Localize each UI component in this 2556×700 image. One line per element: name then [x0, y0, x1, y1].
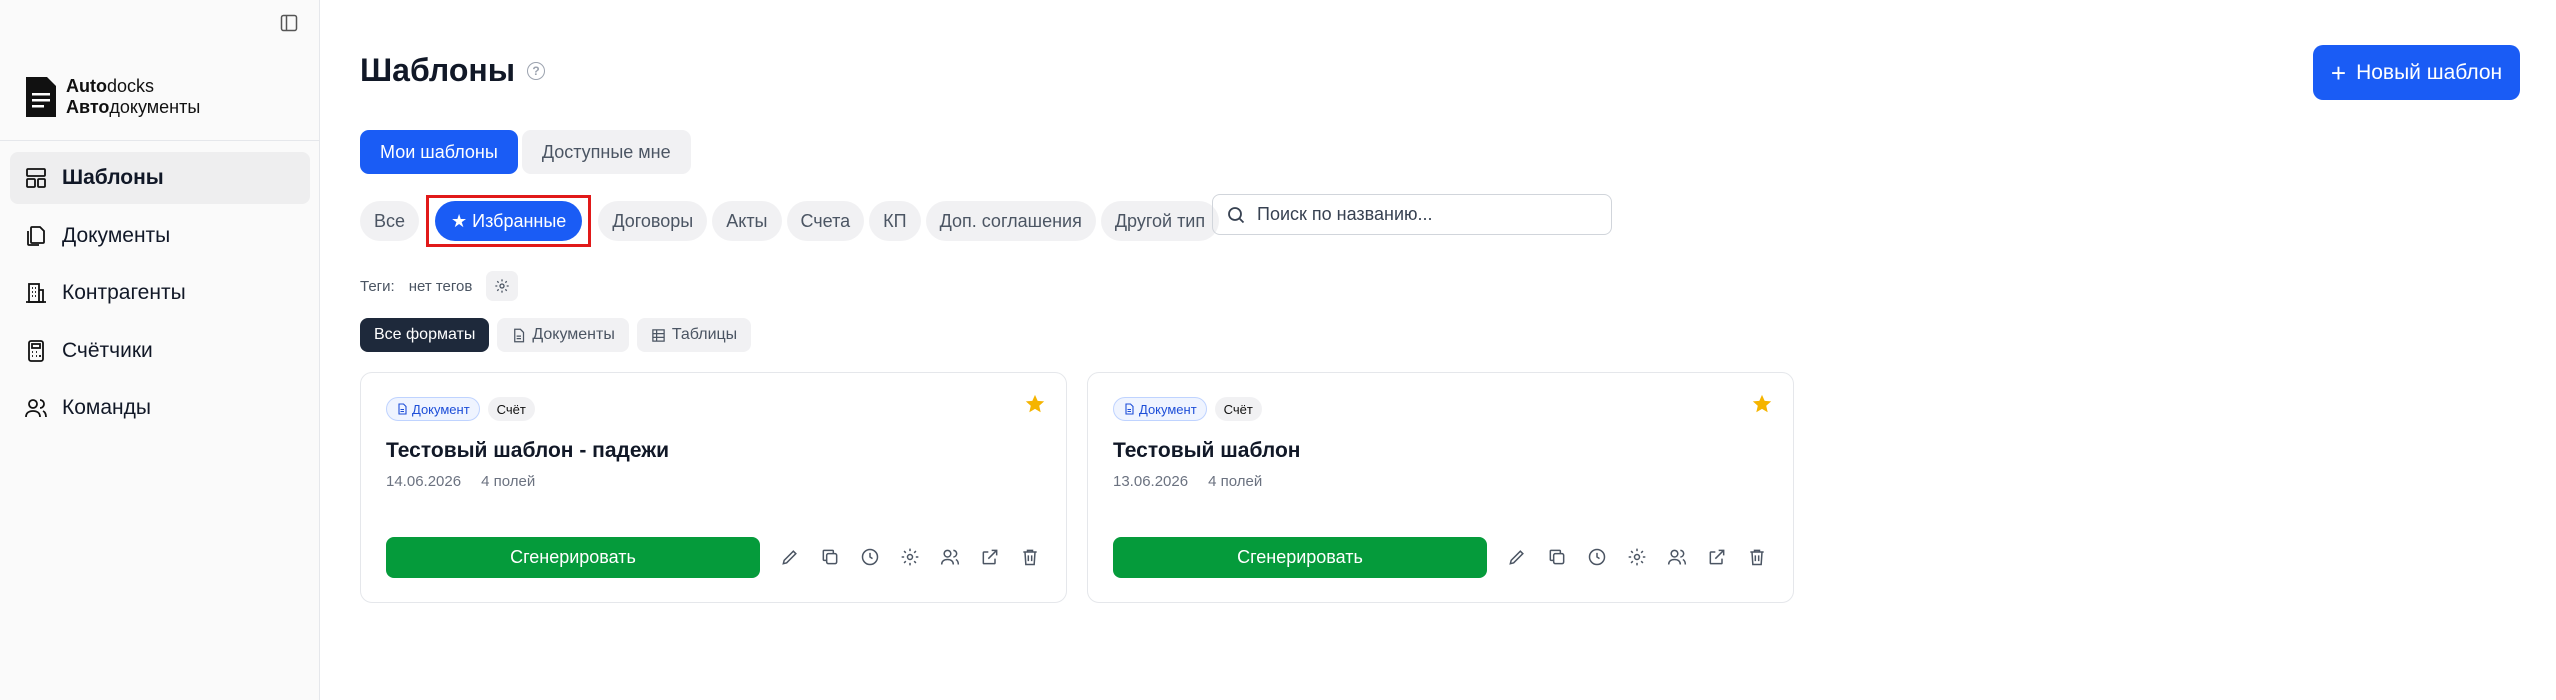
logo-document-icon	[26, 77, 56, 117]
type-badge-label: Документ	[412, 401, 470, 417]
app-logo[interactable]: Autodocks Автодокументы	[26, 76, 200, 118]
category-badge: Счёт	[487, 397, 535, 421]
category-badge: Счёт	[1214, 397, 1262, 421]
page-title: Шаблоны ?	[360, 52, 546, 89]
gear-icon	[495, 279, 510, 293]
generate-button[interactable]: Сгенерировать	[386, 537, 760, 578]
card-date: 13.06.2026	[1113, 473, 1189, 490]
tab-shared-with-me[interactable]: Доступные мне	[521, 130, 691, 174]
sidebar-item-templates[interactable]: Шаблоны	[10, 152, 310, 204]
format-documents-label: Документы	[532, 326, 615, 343]
copy-icon[interactable]	[818, 545, 842, 569]
generate-button[interactable]: Сгенерировать	[1113, 537, 1487, 578]
document-icon	[398, 403, 407, 415]
share-users-icon[interactable]	[938, 545, 962, 569]
filter-favorites[interactable]: ★ Избранные	[435, 201, 583, 241]
favorites-highlight: ★ Избранные	[426, 195, 592, 247]
files-icon	[27, 225, 45, 246]
edit-icon[interactable]	[778, 545, 802, 569]
plus-icon: +	[2330, 57, 2347, 88]
history-icon[interactable]	[1585, 545, 1609, 569]
filter-other-type[interactable]: Другой тип	[1100, 201, 1220, 241]
template-card: Документ Счёт Тестовый шаблон - падежи 1…	[360, 372, 1067, 603]
card-badges: Документ Счёт	[1113, 397, 1262, 421]
card-title[interactable]: Тестовый шаблон - падежи	[386, 439, 669, 463]
sidebar-item-label: Контрагенты	[62, 281, 186, 304]
card-actions	[1505, 545, 1769, 569]
external-link-icon[interactable]	[1705, 545, 1729, 569]
card-fields-count: 4 полей	[1208, 473, 1263, 490]
card-meta: 13.06.2026 4 полей	[1113, 473, 1262, 490]
share-users-icon[interactable]	[1665, 545, 1689, 569]
tab-my-templates[interactable]: Мои шаблоны	[360, 130, 518, 174]
page-title-text: Шаблоны	[360, 52, 516, 88]
copy-icon[interactable]	[1545, 545, 1569, 569]
type-badge: Документ	[386, 397, 480, 421]
sidebar-item-teams[interactable]: Команды	[10, 382, 310, 434]
users-icon	[25, 399, 47, 418]
filter-invoices[interactable]: Счета	[786, 201, 865, 241]
format-filters: Все форматы Документы Таблицы	[360, 318, 752, 352]
new-template-label: Новый шаблон	[2356, 60, 2503, 84]
star-icon[interactable]	[1024, 393, 1046, 415]
gear-icon[interactable]	[1625, 545, 1649, 569]
card-fields-count: 4 полей	[481, 473, 536, 490]
sidebar: Autodocks Автодокументы Шаблоны Документ…	[0, 0, 320, 700]
card-meta: 14.06.2026 4 полей	[386, 473, 535, 490]
type-badge: Документ	[1113, 397, 1207, 421]
history-icon[interactable]	[858, 545, 882, 569]
edit-icon[interactable]	[1505, 545, 1529, 569]
type-badge-label: Документ	[1139, 401, 1197, 417]
sidebar-divider	[0, 140, 320, 141]
star-icon[interactable]	[1751, 393, 1773, 415]
sidebar-item-label: Команды	[62, 396, 151, 419]
layout-icon	[26, 168, 46, 188]
help-icon[interactable]: ?	[527, 61, 546, 80]
card-badges: Документ Счёт	[386, 397, 535, 421]
sidebar-item-documents[interactable]: Документы	[10, 210, 310, 262]
sidebar-item-label: Шаблоны	[62, 166, 164, 189]
card-actions	[778, 545, 1042, 569]
filter-all[interactable]: Все	[360, 201, 420, 241]
filter-supplements[interactable]: Доп. соглашения	[925, 201, 1096, 241]
trash-icon[interactable]	[1745, 545, 1769, 569]
calculator-icon	[28, 339, 44, 362]
table-icon	[652, 328, 665, 342]
search-input[interactable]	[1257, 204, 1597, 225]
tags-value: нет тегов	[408, 277, 473, 295]
search-box	[1212, 194, 1612, 235]
format-all[interactable]: Все форматы	[360, 318, 490, 352]
card-title[interactable]: Тестовый шаблон	[1113, 439, 1301, 463]
sidebar-item-counterparties[interactable]: Контрагенты	[10, 267, 310, 319]
filter-acts[interactable]: Акты	[712, 201, 782, 241]
logo-text: Autodocks Автодокументы	[66, 76, 201, 117]
format-tables-label: Таблицы	[671, 326, 738, 343]
sidebar-item-label: Счётчики	[62, 338, 153, 362]
external-link-icon[interactable]	[978, 545, 1002, 569]
sidebar-item-label: Документы	[62, 223, 171, 247]
tags-label: Теги:	[360, 277, 395, 295]
format-documents[interactable]: Документы	[497, 318, 629, 352]
new-template-button[interactable]: + Новый шаблон	[2313, 45, 2520, 100]
template-tabs: Мои шаблоны Доступные мне	[360, 130, 691, 174]
trash-icon[interactable]	[1018, 545, 1042, 569]
filter-kp[interactable]: КП	[869, 201, 921, 241]
tags-settings-button[interactable]	[486, 271, 519, 301]
tags-row: Теги: нет тегов	[360, 271, 519, 301]
sidebar-toggle-icon[interactable]	[278, 12, 300, 34]
document-icon	[514, 328, 525, 342]
format-tables[interactable]: Таблицы	[636, 318, 752, 352]
filter-contracts[interactable]: Договоры	[598, 201, 708, 241]
search-icon	[1228, 206, 1245, 223]
building-icon	[26, 283, 46, 303]
card-date: 14.06.2026	[386, 473, 462, 490]
template-card: Документ Счёт Тестовый шаблон 13.06.2026…	[1087, 372, 1794, 603]
sidebar-item-counters[interactable]: Счётчики	[10, 325, 310, 377]
gear-icon[interactable]	[898, 545, 922, 569]
category-filters: Все ★ Избранные Договоры Акты Счета КП Д…	[360, 195, 1220, 247]
document-icon	[1125, 403, 1134, 415]
sidebar-nav: Шаблоны Документы Контрагенты Счётчики К…	[10, 152, 310, 440]
